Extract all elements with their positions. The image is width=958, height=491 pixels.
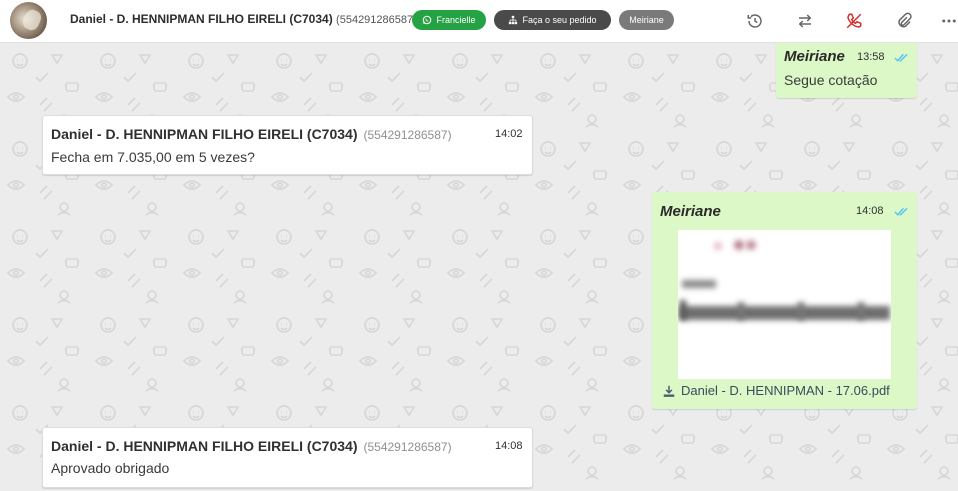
history-icon[interactable] <box>744 10 766 32</box>
message-sender-phone: (554291286587) <box>363 440 452 454</box>
attachment-filename: Daniel - D. HENNIPMAN - 17.06.pdf <box>681 383 890 398</box>
whatsapp-icon <box>423 15 432 25</box>
message-text: Segue cotação <box>784 72 878 88</box>
message-sender-line: Daniel - D. HENNIPMAN FILHO EIRELI (C703… <box>51 126 452 142</box>
message-time: 14:08 <box>495 440 523 452</box>
message-text: Aprovado obrigado <box>51 460 170 476</box>
agent-tag[interactable]: Meiriane <box>619 10 674 30</box>
pdf-attachment-link[interactable]: Daniel - D. HENNIPMAN - 17.06.pdf <box>662 383 890 398</box>
whatsapp-user-tag[interactable]: Francielle <box>412 10 486 30</box>
more-icon[interactable] <box>938 10 958 32</box>
order-tag[interactable]: Faça o seu pedido <box>494 10 611 30</box>
message-in-1[interactable]: Daniel - D. HENNIPMAN FILHO EIRELI (C703… <box>42 115 533 175</box>
whatsapp-user-label: Francielle <box>436 15 476 25</box>
chat-header: Daniel - D. HENNIPMAN FILHO EIRELI (C703… <box>0 0 958 43</box>
end-call-icon[interactable] <box>843 10 865 32</box>
message-sender: Meiriane <box>784 48 845 65</box>
message-sender-line: Daniel - D. HENNIPMAN FILHO EIRELI (C703… <box>51 438 452 454</box>
chat-area: Meiriane 13:58 Segue cotação Daniel - D.… <box>0 43 958 491</box>
contact-name: Daniel - D. HENNIPMAN FILHO EIRELI (C703… <box>70 12 333 26</box>
read-ticks-icon <box>894 207 908 216</box>
download-icon <box>663 385 675 397</box>
transfer-icon[interactable] <box>794 10 816 32</box>
pdf-preview-thumbnail[interactable] <box>678 230 891 379</box>
order-label: Faça o seu pedido <box>522 15 597 25</box>
message-time: 13:58 <box>857 51 885 63</box>
message-sender-phone: (554291286587) <box>363 128 452 142</box>
sitemap-icon <box>509 15 518 25</box>
message-sender: Meiriane <box>660 203 721 220</box>
message-text: Fecha em 7.035,00 em 5 vezes? <box>51 149 255 165</box>
agent-label: Meiriane <box>629 15 664 25</box>
message-out-2[interactable]: Meiriane 14:08 Daniel - D. HENNIPMAN - 1… <box>652 192 917 409</box>
contact-title: Daniel - D. HENNIPMAN FILHO EIRELI (C703… <box>70 12 417 26</box>
message-out-1[interactable]: Meiriane 13:58 Segue cotação <box>776 43 917 98</box>
message-time: 14:02 <box>495 128 523 140</box>
message-time: 14:08 <box>856 205 884 217</box>
message-sender: Daniel - D. HENNIPMAN FILHO EIRELI (C703… <box>51 438 358 454</box>
contact-phone: (554291286587) <box>336 14 417 26</box>
attachment-icon[interactable] <box>893 10 915 32</box>
contact-avatar[interactable] <box>10 2 47 39</box>
read-ticks-icon <box>894 53 908 62</box>
message-sender: Daniel - D. HENNIPMAN FILHO EIRELI (C703… <box>51 126 358 142</box>
message-in-2[interactable]: Daniel - D. HENNIPMAN FILHO EIRELI (C703… <box>42 427 533 488</box>
